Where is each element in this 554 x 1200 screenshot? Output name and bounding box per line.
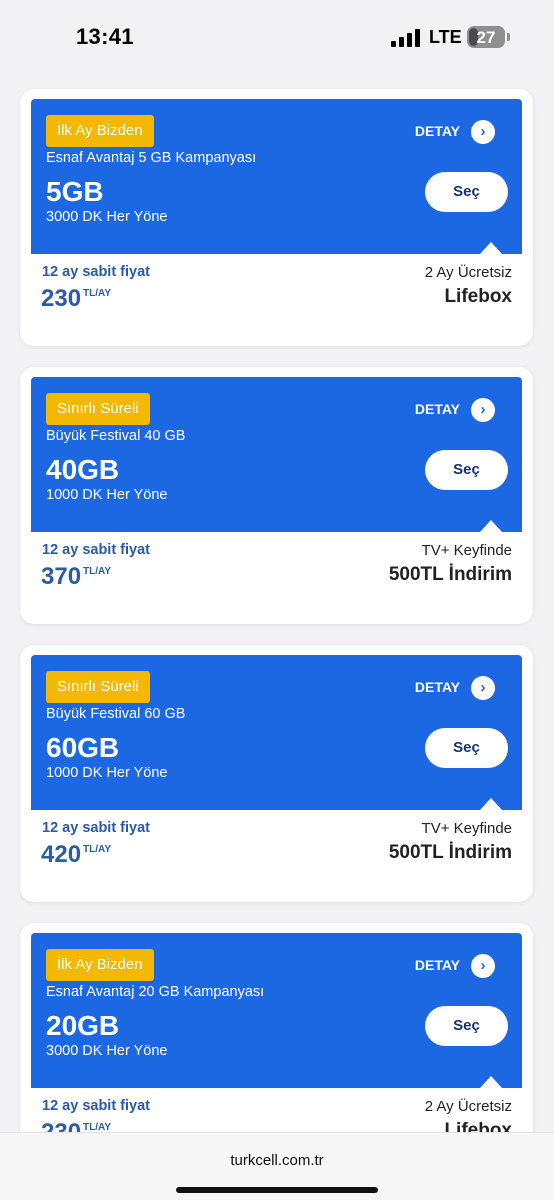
chevron-right-icon[interactable]: › [471,954,495,978]
plan-card[interactable]: Sınırlı Süreli Büyük Festival 60 GB 60GB… [20,645,533,902]
fixed-price-label: 12 ay sabit fiyat [42,264,150,280]
plan-badge: Sınırlı Süreli [46,393,150,425]
price-value: 230 [41,285,82,312]
plan-data-amount: 20GB [46,1010,120,1041]
fixed-price-label: 12 ay sabit fiyat [42,1098,150,1114]
detail-link[interactable]: DETAY [415,957,460,973]
price-value: 420 [41,841,82,868]
fixed-price-label: 12 ay sabit fiyat [42,820,150,836]
plan-card-header: Sınırlı Süreli Büyük Festival 40 GB 40GB… [31,377,522,532]
extra-benefit-line1: TV+ Keyfinde [421,820,512,837]
plan-minutes: 3000 DK Her Yöne [46,209,168,225]
price-unit: TL/AY [83,288,112,299]
plan-minutes: 1000 DK Her Yöne [46,765,168,781]
plan-card-header: İlk Ay Bizden Esnaf Avantaj 20 GB Kampan… [31,933,522,1088]
card-notch [480,520,502,532]
price-unit: TL/AY [83,566,112,577]
detail-link[interactable]: DETAY [415,401,460,417]
price-unit: TL/AY [83,844,112,855]
price: 230TL/AY [41,285,111,313]
chevron-right-icon[interactable]: › [471,120,495,144]
price-value: 370 [41,563,82,590]
plan-badge: İlk Ay Bizden [46,115,154,147]
chevron-right-icon[interactable]: › [471,676,495,700]
plan-card-header: Sınırlı Süreli Büyük Festival 60 GB 60GB… [31,655,522,810]
battery-icon: 27 [467,26,505,48]
chevron-right-icon[interactable]: › [471,398,495,422]
fixed-price-label: 12 ay sabit fiyat [42,542,150,558]
select-plan-button[interactable]: Seç [425,728,508,768]
plan-minutes: 1000 DK Her Yöne [46,487,168,503]
detail-link[interactable]: DETAY [415,123,460,139]
select-plan-button[interactable]: Seç [425,1006,508,1046]
battery-nub [507,33,510,41]
select-plan-button[interactable]: Seç [425,450,508,490]
extra-benefit-line2: 500TL İndirim [388,842,512,863]
detail-link[interactable]: DETAY [415,679,460,695]
select-plan-button[interactable]: Seç [425,172,508,212]
price: 370 TL/AY [41,563,111,591]
plan-name: Büyük Festival 60 GB [46,706,186,722]
plan-card[interactable]: Sınırlı Süreli Büyük Festival 40 GB 40GB… [20,367,533,624]
plan-badge: İlk Ay Bizden [46,949,154,981]
home-indicator[interactable] [176,1187,378,1193]
card-notch [480,798,502,810]
extra-benefit-line2: 500TL İndirim [388,564,512,585]
plan-name: Büyük Festival 40 GB [46,428,186,444]
url-text[interactable]: turkcell.com.tr [0,1152,554,1169]
extra-benefit-line1: 2 Ay Ücretsiz [424,264,512,281]
status-bar: 13:41 LTE 27 [0,0,554,74]
plan-data-amount: 60GB [46,732,120,763]
plan-card-header: İlk Ay Bizden Esnaf Avantaj 5 GB Kampany… [31,99,522,254]
price: 420 TL/AY [41,841,111,869]
plan-card[interactable]: İlk Ay Bizden Esnaf Avantaj 5 GB Kampany… [20,89,533,346]
network-type: LTE [429,27,462,47]
plan-minutes: 3000 DK Her Yöne [46,1043,168,1059]
card-notch [480,1076,502,1088]
extra-benefit-line1: TV+ Keyfinde [421,542,512,559]
extra-benefit-line2: Lifebox [444,286,512,307]
plan-data-amount: 40GB [46,454,120,485]
cellular-signal-icon [391,29,421,47]
plan-name: Esnaf Avantaj 20 GB Kampanyası [46,984,265,1000]
battery-percent: 27 [476,28,496,47]
plan-data-amount: 5GB [46,176,104,207]
status-time: 13:41 [76,24,134,49]
extra-benefit-line1: 2 Ay Ücretsiz [424,1098,512,1115]
plan-name: Esnaf Avantaj 5 GB Kampanyası [46,150,257,166]
plan-badge: Sınırlı Süreli [46,671,150,703]
card-notch [480,242,502,254]
